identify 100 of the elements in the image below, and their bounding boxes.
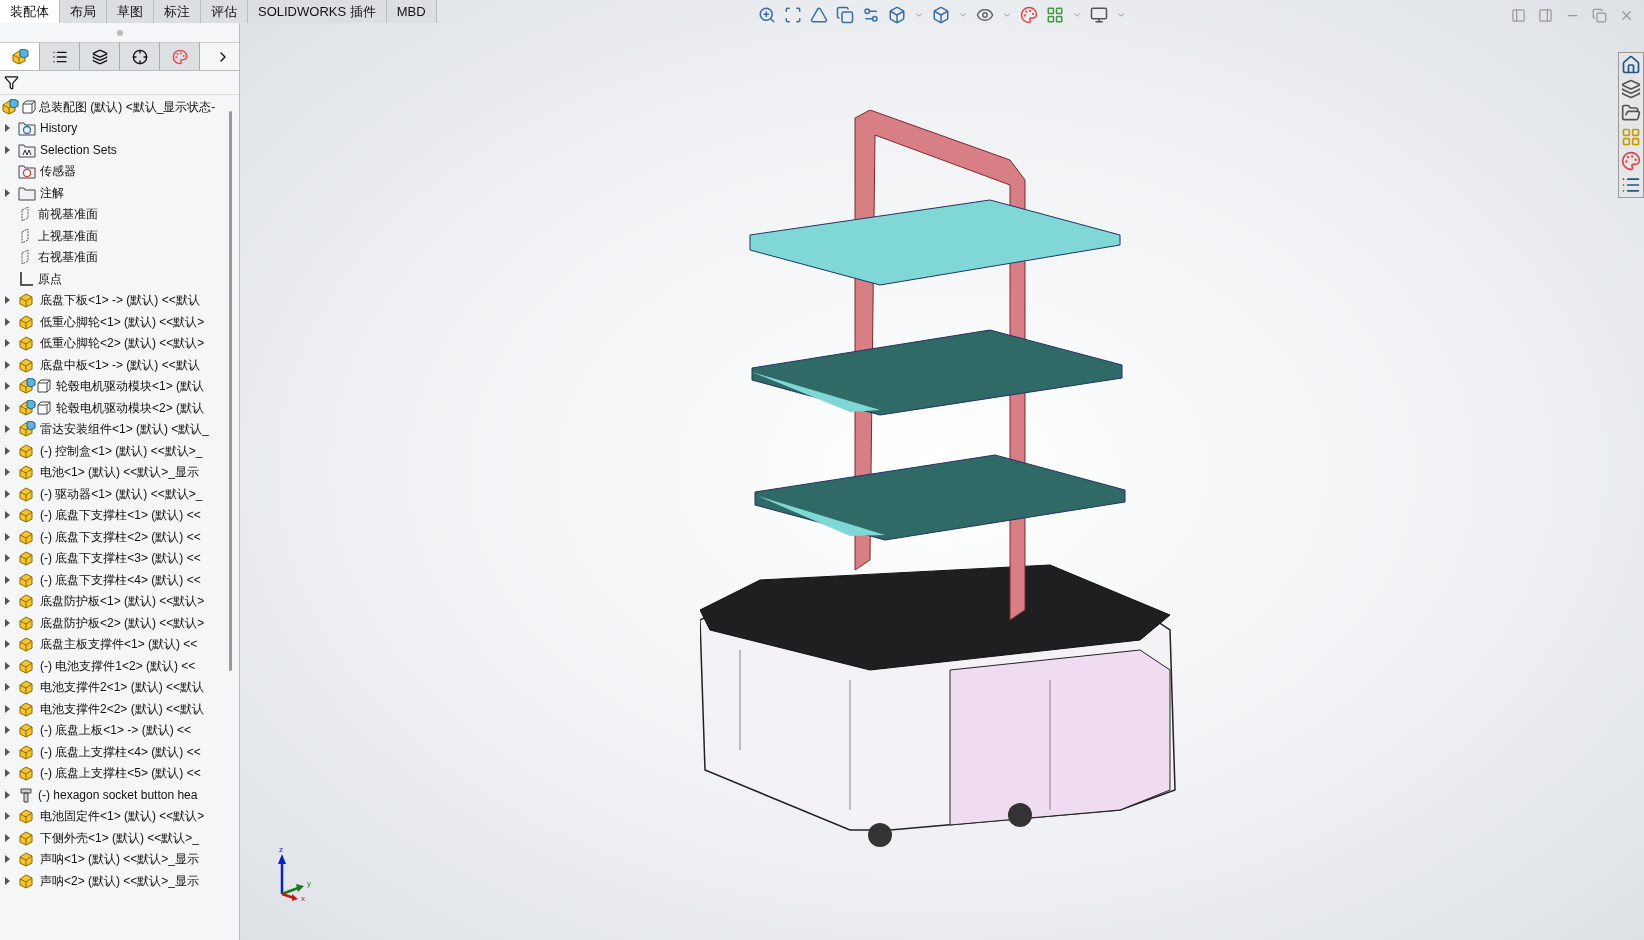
expand-arrow-icon[interactable]: [4, 812, 10, 821]
tree-item[interactable]: (-) hexagon socket button hea: [38, 785, 198, 804]
expand-arrow-icon[interactable]: [4, 188, 10, 197]
display-style-icon[interactable]: [932, 6, 950, 24]
part-icon: [18, 872, 36, 889]
expand-arrow-icon[interactable]: [4, 554, 10, 563]
tree-item[interactable]: 声呐<1> (默认) <<默认>_显示: [40, 850, 200, 869]
expand-arrow-icon[interactable]: [4, 382, 10, 391]
custom-properties-icon[interactable]: [1621, 175, 1641, 195]
expand-arrow-icon[interactable]: [4, 468, 10, 477]
expand-arrow-icon[interactable]: [4, 511, 10, 520]
tree-item[interactable]: 电池支撑件2<1> (默认) <<默认: [40, 678, 205, 697]
panel-tab[interactable]: [40, 43, 80, 70]
x-axis-label: x: [301, 894, 305, 902]
tree-item[interactable]: (-) 底盘上板<1> -> (默认) <<: [40, 721, 192, 740]
tree-item[interactable]: 电池支撑件2<2> (默认) <<默认: [40, 699, 205, 718]
tree-item[interactable]: 传感器: [40, 162, 76, 181]
monitor-icon[interactable]: [1090, 6, 1108, 24]
command-tab[interactable]: 布局: [60, 0, 107, 23]
expand-arrow-icon[interactable]: [4, 124, 10, 133]
expand-arrow-icon[interactable]: [4, 317, 10, 326]
tree-item[interactable]: (-) 驱动器<1> (默认) <<默认>_: [40, 484, 203, 503]
filter-icon[interactable]: [4, 75, 19, 90]
expand-arrow-icon[interactable]: [4, 296, 10, 305]
tree-item[interactable]: 低重心脚轮<2> (默认) <<默认>: [40, 334, 205, 353]
folder-icon[interactable]: [1621, 103, 1641, 123]
expand-arrow-icon[interactable]: [4, 876, 10, 885]
expand-arrow-icon[interactable]: [4, 769, 10, 778]
expand-arrow-icon[interactable]: [4, 575, 10, 584]
tree-item[interactable]: (-) 底盘下支撑柱<3> (默认) <<: [40, 549, 201, 568]
tree-item[interactable]: 雷达安装组件<1> (默认) <默认_: [40, 420, 210, 439]
expand-arrow-icon[interactable]: [4, 747, 10, 756]
tree-item[interactable]: 底盘中板<1> -> (默认) <<默认: [40, 355, 200, 374]
expand-arrow-icon[interactable]: [4, 833, 10, 842]
panel-tab[interactable]: [80, 43, 120, 70]
command-tab[interactable]: 草图: [107, 0, 154, 23]
tree-root-label[interactable]: 总装配图 (默认) <默认_显示状态-: [39, 97, 216, 116]
zoom-area-icon[interactable]: [784, 6, 802, 24]
expand-arrow-icon[interactable]: [4, 403, 10, 412]
appearance-icon[interactable]: [1621, 151, 1641, 171]
command-tab[interactable]: 装配体: [0, 0, 60, 23]
expand-arrow-icon[interactable]: [4, 425, 10, 434]
command-tab[interactable]: 评估: [201, 0, 248, 23]
tree-item[interactable]: (-) 控制盒<1> (默认) <<默认>_: [40, 441, 203, 460]
expand-arrow-icon[interactable]: [4, 360, 10, 369]
command-tab[interactable]: 标注: [154, 0, 201, 23]
home-icon[interactable]: [1621, 55, 1641, 75]
part-icon: [18, 614, 36, 631]
robot-cart-model-drawing[interactable]: [700, 110, 1176, 847]
tree-item[interactable]: 前视基准面: [38, 205, 98, 224]
tree-item[interactable]: 上视基准面: [38, 226, 98, 245]
eye-icon[interactable]: [976, 6, 994, 24]
tree-item[interactable]: 右视基准面: [38, 248, 98, 267]
expand-arrow-icon[interactable]: [4, 640, 10, 649]
view-orientation-icon[interactable]: [888, 6, 906, 24]
part-icon: [18, 657, 36, 674]
tree-item[interactable]: (-) 底盘下支撑柱<2> (默认) <<: [40, 527, 201, 546]
tree-item[interactable]: 原点: [38, 269, 62, 288]
tree-item[interactable]: (-) 底盘下支撑柱<4> (默认) <<: [40, 570, 201, 589]
expand-arrow-icon[interactable]: [4, 661, 10, 670]
splitter-handle[interactable]: [116, 29, 123, 36]
tree-item[interactable]: 下侧外壳<1> (默认) <<默认>_: [40, 828, 200, 847]
tree-item[interactable]: 底盘防护板<1> (默认) <<默认>: [40, 592, 205, 611]
command-tab[interactable]: MBD: [386, 0, 437, 23]
expand-arrow-icon[interactable]: [4, 726, 10, 735]
tree-item[interactable]: 电池固定件<1> (默认) <<默认>: [40, 807, 205, 826]
expand-arrow-icon[interactable]: [4, 855, 10, 864]
tree-item[interactable]: (-) 底盘上支撑柱<5> (默认) <<: [40, 764, 201, 783]
part-icon: [18, 808, 36, 825]
expand-arrow-icon[interactable]: [4, 145, 10, 154]
tree-item[interactable]: 底盘下板<1> -> (默认) <<默认: [40, 291, 200, 310]
panel-tab[interactable]: [120, 43, 160, 70]
tree-item[interactable]: 轮毂电机驱动模块<1> (默认: [56, 377, 205, 396]
tree-item[interactable]: 底盘主板支撑件<1> (默认) <<: [40, 635, 198, 654]
expand-arrow-icon[interactable]: [4, 489, 10, 498]
command-tab[interactable]: SOLIDWORKS 插件: [248, 0, 387, 23]
tree-item[interactable]: Selection Sets: [40, 140, 117, 159]
expand-arrow-icon[interactable]: [4, 683, 10, 692]
tree-item[interactable]: 声呐<2> (默认) <<默认>_显示: [40, 871, 200, 890]
edit-appearance-icon[interactable]: [1020, 6, 1038, 24]
zoom-icon[interactable]: [758, 6, 776, 24]
expand-arrow-icon[interactable]: [4, 618, 10, 627]
tree-item[interactable]: 注解: [40, 183, 64, 202]
tree-item[interactable]: 低重心脚轮<1> (默认) <<默认>: [40, 312, 205, 331]
tree-item[interactable]: 电池<1> (默认) <<默认>_显示: [40, 463, 200, 482]
tree-item[interactable]: 轮毂电机驱动模块<2> (默认: [56, 398, 205, 417]
tree-item[interactable]: (-) 底盘下支撑柱<1> (默认) <<: [40, 506, 201, 525]
tree-item[interactable]: (-) 电池支撑件1<2> (默认) <<: [40, 656, 196, 675]
scrollbar-thumb[interactable]: [229, 111, 232, 671]
expand-arrow-icon[interactable]: [4, 532, 10, 541]
part-icon: [18, 335, 36, 352]
part-icon: [18, 485, 36, 502]
expand-arrow-icon[interactable]: [4, 790, 10, 799]
tree-item[interactable]: History: [40, 119, 78, 138]
tree-item[interactable]: (-) 底盘上支撑柱<4> (默认) <<: [40, 742, 201, 761]
tree-item[interactable]: 底盘防护板<2> (默认) <<默认>: [40, 613, 205, 632]
expand-arrow-icon[interactable]: [4, 597, 10, 606]
expand-arrow-icon[interactable]: [4, 446, 10, 455]
expand-arrow-icon[interactable]: [4, 339, 10, 348]
expand-arrow-icon[interactable]: [4, 704, 10, 713]
